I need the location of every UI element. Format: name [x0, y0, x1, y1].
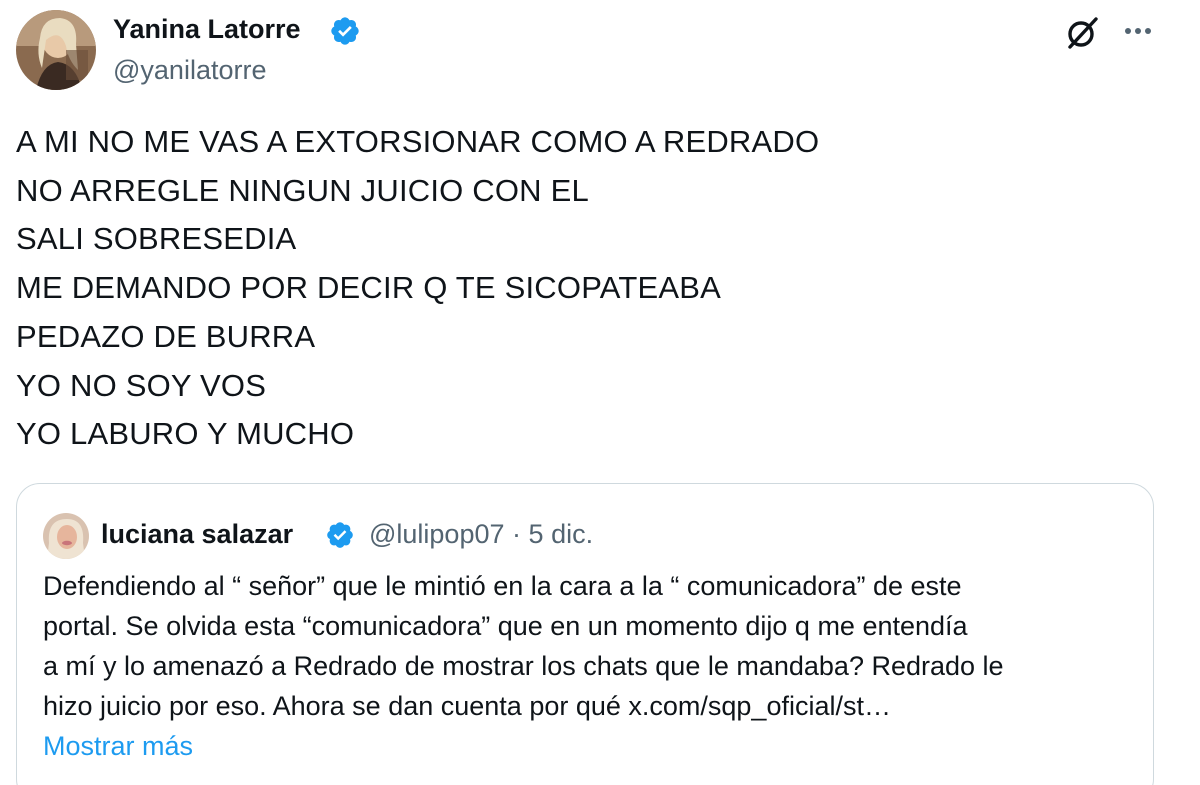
post: Yanina Latorre @yanilatorre A MI NO ME V…	[0, 0, 1200, 785]
quoted-text-line: a mí y lo amenazó a Redrado de mostrar l…	[43, 651, 1004, 681]
verified-badge-icon	[331, 17, 359, 45]
quoted-post-date[interactable]: 5 dic.	[529, 519, 594, 549]
author-handle[interactable]: @yanilatorre	[113, 52, 266, 88]
post-text-line: YO NO SOY VOS	[16, 367, 267, 403]
author-avatar[interactable]	[16, 10, 96, 90]
show-more-link[interactable]: Mostrar más	[43, 728, 193, 764]
more-options-icon[interactable]	[1120, 16, 1156, 46]
quoted-post-card[interactable]: luciana salazar @lulipop07 · 5 dic. Defe…	[16, 483, 1154, 785]
quoted-post-text: Defendiendo al “ señor” que le mintió en…	[43, 566, 1143, 726]
grok-icon[interactable]	[1064, 14, 1102, 52]
post-text-line: YO LABURO Y MUCHO	[16, 416, 355, 452]
quoted-text-line: hizo juicio por eso. Ahora se dan cuenta…	[43, 691, 891, 721]
quoted-author-handle[interactable]: @lulipop07	[369, 519, 505, 549]
post-text-line: NO ARREGLE NINGUN JUICIO CON EL	[16, 172, 589, 208]
quoted-author-name[interactable]: luciana salazar	[101, 516, 293, 552]
quoted-post-meta: @lulipop07 · 5 dic.	[369, 516, 593, 552]
verified-badge-icon	[327, 522, 353, 548]
post-text-line: ME DEMANDO POR DECIR Q TE SICOPATEABA	[16, 270, 722, 306]
post-text-line: SALI SOBRESEDIA	[16, 221, 297, 257]
quoted-author-avatar[interactable]	[43, 513, 89, 559]
post-text: A MI NO ME VAS A EXTORSIONAR COMO A REDR…	[16, 118, 1156, 459]
post-text-line: A MI NO ME VAS A EXTORSIONAR COMO A REDR…	[16, 124, 820, 159]
author-name[interactable]: Yanina Latorre	[113, 11, 301, 47]
quoted-text-line: portal. Se olvida esta “comunicadora” qu…	[43, 611, 968, 641]
quoted-text-line: Defendiendo al “ señor” que le mintió en…	[43, 571, 962, 601]
post-text-line: PEDAZO DE BURRA	[16, 318, 316, 354]
meta-separator: ·	[512, 519, 522, 549]
